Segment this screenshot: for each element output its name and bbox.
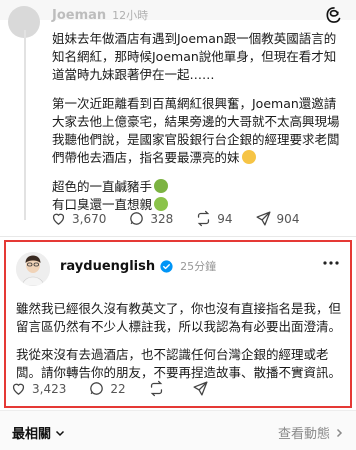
post-header: Joeman 12小時	[52, 5, 148, 25]
reply-paragraph: 我從來沒有去過酒店，也不認識任何台灣企銀的經理或老闆。請你轉告你的朋友，不要再捏…	[16, 347, 342, 380]
chevron-down-icon	[55, 430, 65, 436]
share-count: 904	[276, 211, 300, 226]
post-line: 超色的一直鹹豬手	[52, 178, 348, 196]
comment-button[interactable]: 22	[88, 380, 126, 397]
reply-username[interactable]: rayduenglish	[60, 259, 155, 274]
comment-icon	[90, 382, 104, 395]
activity-label: 查看動態	[277, 427, 330, 442]
vomit-emoji-icon	[154, 197, 169, 211]
comment-button[interactable]: 328	[128, 210, 173, 227]
repost-icon	[197, 210, 210, 227]
post-body: 姐妹去年做酒店有遇到Joeman跟一個教英國語言的知名網紅，那時候Joeman說…	[52, 30, 348, 214]
reply-header: rayduenglish 25分鐘	[60, 255, 216, 277]
view-activity-link[interactable]: 查看動態	[278, 423, 344, 442]
like-button[interactable]: 3,670	[50, 210, 106, 227]
repost-button[interactable]	[148, 380, 170, 397]
post-line-text: 超色的一直鹹豬手	[52, 179, 153, 194]
share-button[interactable]	[192, 380, 214, 397]
repost-button[interactable]: 94	[195, 210, 233, 227]
grimace-emoji-icon	[241, 150, 256, 164]
post-time: 12小時	[112, 9, 149, 22]
person-avatar-icon	[16, 252, 50, 286]
post-paragraph: 姐妹去年做酒店有遇到Joeman跟一個教英國語言的知名網紅，那時候Joeman說…	[52, 31, 337, 82]
heart-icon	[12, 383, 25, 395]
repost-count: 94	[217, 211, 233, 226]
divider	[0, 236, 356, 237]
bottom-bar: 最相關 查看動態	[0, 410, 356, 450]
repost-icon	[150, 380, 162, 397]
post-username[interactable]: Joeman	[52, 8, 106, 23]
sort-label: 最相關	[12, 427, 52, 442]
reply-actions: 3,423 22	[10, 380, 214, 397]
thread-line	[24, 30, 26, 220]
threads-logo-icon	[326, 7, 341, 23]
heart-icon	[52, 213, 65, 225]
post-paragraph-text: 第一次近距離看到百萬網紅很興奮，Joeman還邀請大家去他上億豪宅，結果旁邊的大…	[52, 96, 340, 165]
share-button[interactable]: 904	[255, 210, 300, 227]
send-icon	[256, 211, 271, 226]
comment-count: 328	[150, 211, 174, 226]
nauseated-emoji-icon	[154, 179, 169, 193]
post-paragraph: 第一次近距離看到百萬網紅很興奮，Joeman還邀請大家去他上億豪宅，結果旁邊的大…	[52, 95, 348, 167]
like-button[interactable]: 3,423	[10, 380, 66, 397]
send-icon	[193, 381, 208, 396]
post-actions: 3,670 328 94 904	[50, 210, 299, 227]
chevron-right-icon	[336, 428, 343, 437]
more-options-icon[interactable]	[322, 256, 340, 270]
reply-paragraph: 雖然我已經很久沒有教英文了，你也沒有直接指名是我，但留言區仍然有不少人標註我，所…	[16, 301, 342, 334]
like-count: 3,423	[32, 381, 67, 396]
verified-badge-icon	[160, 259, 173, 273]
reply-body: 雖然我已經很久沒有教英文了，你也沒有直接指名是我，但留言區仍然有不少人標註我，所…	[16, 300, 342, 392]
like-count: 3,670	[72, 211, 107, 226]
avatar[interactable]	[16, 252, 50, 286]
reply-time: 25分鐘	[180, 260, 217, 273]
original-post: Joeman 12小時 姐妹去年做酒店有遇到Joeman跟一個教英國語言的知名網…	[0, 0, 356, 238]
comment-icon	[130, 212, 144, 225]
sort-dropdown[interactable]: 最相關	[12, 423, 65, 442]
comment-count: 22	[110, 381, 126, 396]
